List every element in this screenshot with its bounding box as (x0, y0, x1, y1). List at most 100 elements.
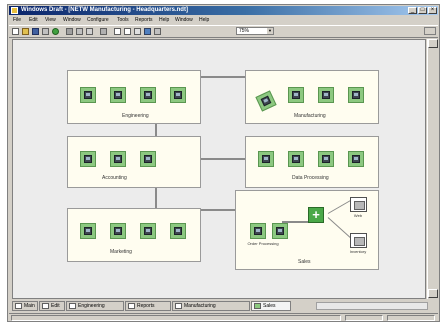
zoom-value: 75% (239, 28, 250, 34)
tab-icon (42, 303, 49, 309)
minimize-button[interactable]: _ (408, 7, 417, 14)
computer-icon (144, 227, 152, 235)
node-label: Order Processing (247, 241, 279, 246)
workstation-node[interactable] (140, 223, 156, 239)
group-sales[interactable]: Order Processing + Web Inventory Sales (235, 190, 379, 270)
workstation-node[interactable] (170, 87, 186, 103)
group-accounting[interactable]: Accounting (67, 136, 201, 188)
tab-main[interactable]: Main (12, 301, 38, 311)
menu-help[interactable]: Help (159, 16, 169, 24)
computer-icon (262, 155, 270, 163)
workstation-node[interactable] (250, 223, 266, 239)
workstation-node[interactable] (258, 151, 274, 167)
print-icon[interactable] (42, 28, 49, 35)
tab-label: Main (24, 303, 35, 309)
menu-tools[interactable]: Tools (117, 16, 129, 24)
zoom-select[interactable]: 75% ▼ (236, 27, 274, 35)
menu-file[interactable]: File (13, 16, 21, 24)
tab-edit[interactable]: Edit (39, 301, 65, 311)
workstation-node[interactable] (110, 223, 126, 239)
workstation-node[interactable] (140, 151, 156, 167)
menu-view[interactable]: View (45, 16, 56, 24)
hub-icon[interactable]: + (308, 207, 324, 223)
status-panel (345, 315, 383, 321)
workstation-node[interactable] (288, 151, 304, 167)
menu-edit[interactable]: Edit (29, 16, 38, 24)
chevron-down-icon[interactable]: ▼ (267, 28, 273, 34)
computer-icon (352, 155, 360, 163)
workstation-node[interactable] (348, 87, 364, 103)
open-icon[interactable] (22, 28, 29, 35)
group-label: Sales (298, 259, 311, 265)
save-icon[interactable] (32, 28, 39, 35)
zoom-in-icon[interactable] (114, 28, 121, 35)
menu-window[interactable]: Window (63, 16, 81, 24)
scroll-down-icon[interactable] (428, 289, 438, 298)
title-bar[interactable]: Windows Draft - [NETW Manufacturing - He… (9, 6, 438, 15)
computer-icon (174, 227, 182, 235)
status-panel (387, 315, 435, 321)
group-label: Manufacturing (294, 113, 326, 119)
group-label: Accounting (102, 175, 127, 181)
group-manufacturing[interactable]: Manufacturing (245, 70, 379, 124)
menu-window-2[interactable]: Window (175, 16, 193, 24)
group-data-processing[interactable]: Data Processing (245, 136, 379, 188)
copy-icon[interactable] (76, 28, 83, 35)
undo-icon[interactable] (100, 28, 107, 35)
tab-icon (69, 303, 76, 309)
horizontal-scrollbar[interactable] (316, 302, 428, 310)
grid-icon[interactable] (144, 28, 151, 35)
tab-manufacturing[interactable]: Manufacturing (172, 301, 250, 311)
workstation-node[interactable] (110, 151, 126, 167)
workstation-node[interactable] (272, 223, 288, 239)
computer-icon (276, 227, 284, 235)
workstation-node[interactable] (318, 87, 334, 103)
cut-icon[interactable] (66, 28, 73, 35)
workstation-node[interactable] (318, 151, 334, 167)
tab-label: Manufacturing (184, 303, 216, 309)
globe-icon[interactable] (52, 28, 59, 35)
properties-icon[interactable] (154, 28, 161, 35)
workstation-node[interactable] (80, 223, 96, 239)
workstation-node[interactable] (288, 87, 304, 103)
zoom-out-icon[interactable] (124, 28, 131, 35)
menu-help-2[interactable]: Help (199, 16, 209, 24)
group-label: Data Processing (292, 175, 329, 181)
server-icon[interactable] (350, 233, 367, 248)
close-button[interactable]: × (428, 7, 437, 14)
server-icon[interactable] (350, 197, 367, 212)
computer-icon (114, 91, 122, 99)
menu-bar: File Edit View Window Configure Tools Re… (9, 16, 438, 24)
group-engineering[interactable]: Engineering (67, 70, 201, 124)
tab-label: Reports (137, 303, 155, 309)
maximize-button[interactable]: □ (418, 7, 427, 14)
tab-sales[interactable]: Sales (251, 301, 291, 311)
paste-icon[interactable] (86, 28, 93, 35)
workstation-node[interactable] (255, 90, 277, 112)
window-title: Windows Draft - [NETW Manufacturing - He… (21, 7, 188, 13)
new-icon[interactable] (12, 28, 19, 35)
computer-icon (292, 91, 300, 99)
scroll-up-icon[interactable] (428, 39, 438, 48)
node-label: Web (353, 213, 363, 218)
workstation-node[interactable] (80, 87, 96, 103)
workstation-node[interactable] (140, 87, 156, 103)
tab-icon (128, 303, 135, 309)
app-icon (11, 7, 18, 14)
menu-reports[interactable]: Reports (135, 16, 153, 24)
tab-reports[interactable]: Reports (125, 301, 171, 311)
workstation-node[interactable] (170, 223, 186, 239)
menu-configure[interactable]: Configure (87, 16, 109, 24)
computer-icon (84, 227, 92, 235)
workstation-node[interactable] (110, 87, 126, 103)
group-marketing[interactable]: Marketing (67, 208, 201, 262)
tab-label: Sales (263, 303, 276, 309)
tab-engineering[interactable]: Engineering (66, 301, 124, 311)
vertical-scrollbar[interactable] (427, 39, 438, 299)
pointer-tool-icon[interactable] (424, 27, 436, 35)
computer-icon (114, 227, 122, 235)
workstation-node[interactable] (80, 151, 96, 167)
diagram-canvas[interactable]: Engineering Manufacturing Accounting Dat… (12, 39, 426, 299)
workstation-node[interactable] (348, 151, 364, 167)
fit-icon[interactable] (134, 28, 141, 35)
